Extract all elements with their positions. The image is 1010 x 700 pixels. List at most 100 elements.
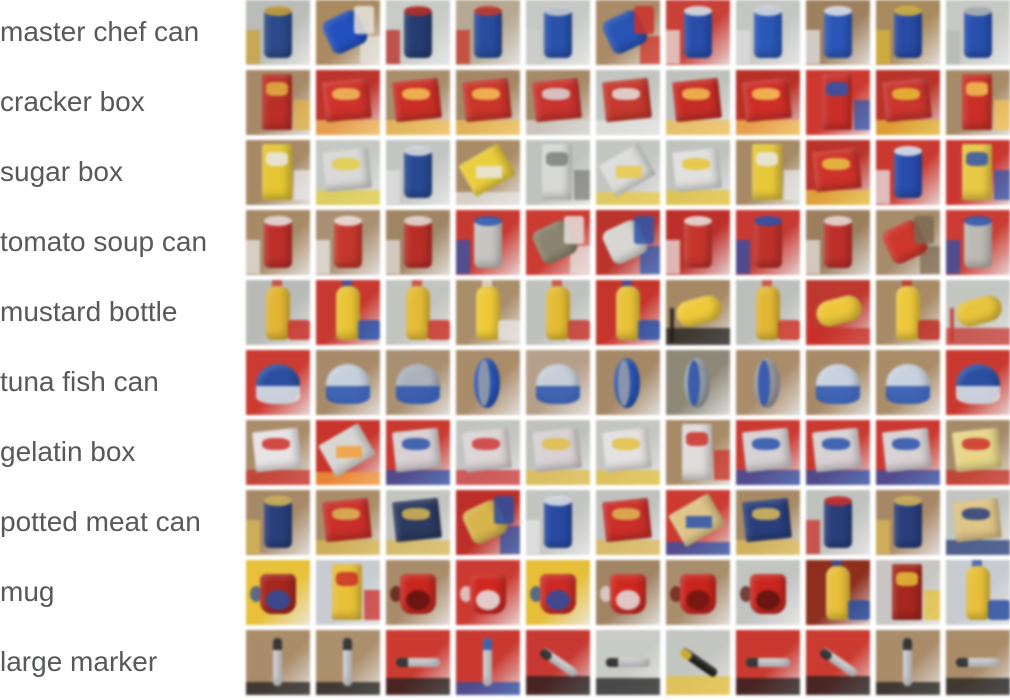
thumbnail-image[interactable]	[666, 560, 730, 625]
thumbnail-image[interactable]	[596, 0, 660, 65]
thumbnail-image[interactable]	[736, 140, 800, 205]
thumbnail-image[interactable]	[876, 70, 940, 135]
thumbnail-image[interactable]	[386, 210, 450, 275]
thumbnail-image[interactable]	[246, 280, 310, 345]
thumbnail-image[interactable]	[876, 140, 940, 205]
thumbnail-image[interactable]	[456, 630, 520, 695]
thumbnail-image[interactable]	[456, 560, 520, 625]
thumbnail-image[interactable]	[526, 420, 590, 485]
thumbnail-image[interactable]	[806, 350, 870, 415]
thumbnail-image[interactable]	[316, 70, 380, 135]
thumbnail-image[interactable]	[246, 350, 310, 415]
thumbnail-image[interactable]	[456, 70, 520, 135]
thumbnail-image[interactable]	[456, 350, 520, 415]
thumbnail-image[interactable]	[806, 0, 870, 65]
thumbnail-image[interactable]	[386, 140, 450, 205]
thumbnail-image[interactable]	[386, 70, 450, 135]
thumbnail-image[interactable]	[456, 280, 520, 345]
thumbnail-image[interactable]	[596, 490, 660, 555]
thumbnail-image[interactable]	[526, 210, 590, 275]
thumbnail-image[interactable]	[386, 560, 450, 625]
thumbnail-image[interactable]	[666, 280, 730, 345]
thumbnail-image[interactable]	[316, 490, 380, 555]
thumbnail-image[interactable]	[806, 420, 870, 485]
thumbnail-image[interactable]	[386, 490, 450, 555]
thumbnail-image[interactable]	[526, 70, 590, 135]
thumbnail-image[interactable]	[386, 280, 450, 345]
thumbnail-image[interactable]	[736, 280, 800, 345]
thumbnail-image[interactable]	[806, 280, 870, 345]
thumbnail-image[interactable]	[806, 630, 870, 695]
thumbnail-image[interactable]	[946, 420, 1010, 485]
thumbnail-image[interactable]	[386, 630, 450, 695]
thumbnail-image[interactable]	[736, 490, 800, 555]
thumbnail-image[interactable]	[456, 490, 520, 555]
thumbnail-image[interactable]	[876, 210, 940, 275]
thumbnail-image[interactable]	[876, 280, 940, 345]
thumbnail-image[interactable]	[946, 140, 1010, 205]
thumbnail-image[interactable]	[596, 70, 660, 135]
thumbnail-image[interactable]	[806, 70, 870, 135]
thumbnail-image[interactable]	[876, 630, 940, 695]
thumbnail-image[interactable]	[316, 210, 380, 275]
thumbnail-image[interactable]	[666, 210, 730, 275]
thumbnail-image[interactable]	[946, 350, 1010, 415]
thumbnail-image[interactable]	[736, 420, 800, 485]
thumbnail-image[interactable]	[386, 0, 450, 65]
thumbnail-image[interactable]	[946, 280, 1010, 345]
thumbnail-image[interactable]	[316, 280, 380, 345]
thumbnail-image[interactable]	[876, 420, 940, 485]
thumbnail-image[interactable]	[316, 0, 380, 65]
thumbnail-image[interactable]	[246, 140, 310, 205]
thumbnail-image[interactable]	[736, 350, 800, 415]
thumbnail-image[interactable]	[666, 140, 730, 205]
thumbnail-image[interactable]	[386, 350, 450, 415]
thumbnail-image[interactable]	[596, 350, 660, 415]
thumbnail-image[interactable]	[876, 350, 940, 415]
thumbnail-image[interactable]	[946, 630, 1010, 695]
thumbnail-image[interactable]	[736, 560, 800, 625]
thumbnail-image[interactable]	[596, 210, 660, 275]
thumbnail-image[interactable]	[246, 420, 310, 485]
thumbnail-image[interactable]	[246, 490, 310, 555]
thumbnail-image[interactable]	[736, 210, 800, 275]
thumbnail-image[interactable]	[456, 0, 520, 65]
thumbnail-image[interactable]	[736, 70, 800, 135]
thumbnail-image[interactable]	[316, 560, 380, 625]
thumbnail-image[interactable]	[596, 280, 660, 345]
thumbnail-image[interactable]	[316, 140, 380, 205]
thumbnail-image[interactable]	[806, 210, 870, 275]
thumbnail-image[interactable]	[806, 560, 870, 625]
thumbnail-image[interactable]	[666, 420, 730, 485]
thumbnail-image[interactable]	[946, 560, 1010, 625]
thumbnail-image[interactable]	[526, 630, 590, 695]
thumbnail-image[interactable]	[526, 0, 590, 65]
thumbnail-image[interactable]	[596, 140, 660, 205]
thumbnail-image[interactable]	[946, 210, 1010, 275]
thumbnail-image[interactable]	[736, 630, 800, 695]
thumbnail-image[interactable]	[526, 280, 590, 345]
thumbnail-image[interactable]	[876, 0, 940, 65]
thumbnail-image[interactable]	[736, 0, 800, 65]
thumbnail-image[interactable]	[596, 420, 660, 485]
thumbnail-image[interactable]	[456, 210, 520, 275]
thumbnail-image[interactable]	[946, 70, 1010, 135]
thumbnail-image[interactable]	[456, 420, 520, 485]
thumbnail-image[interactable]	[246, 560, 310, 625]
thumbnail-image[interactable]	[316, 350, 380, 415]
thumbnail-image[interactable]	[876, 560, 940, 625]
thumbnail-image[interactable]	[946, 490, 1010, 555]
thumbnail-image[interactable]	[806, 140, 870, 205]
thumbnail-image[interactable]	[876, 490, 940, 555]
thumbnail-image[interactable]	[666, 70, 730, 135]
thumbnail-image[interactable]	[526, 140, 590, 205]
thumbnail-image[interactable]	[596, 560, 660, 625]
thumbnail-image[interactable]	[526, 560, 590, 625]
thumbnail-image[interactable]	[246, 0, 310, 65]
thumbnail-image[interactable]	[246, 70, 310, 135]
thumbnail-image[interactable]	[666, 490, 730, 555]
thumbnail-image[interactable]	[666, 630, 730, 695]
thumbnail-image[interactable]	[526, 490, 590, 555]
thumbnail-image[interactable]	[946, 0, 1010, 65]
thumbnail-image[interactable]	[806, 490, 870, 555]
